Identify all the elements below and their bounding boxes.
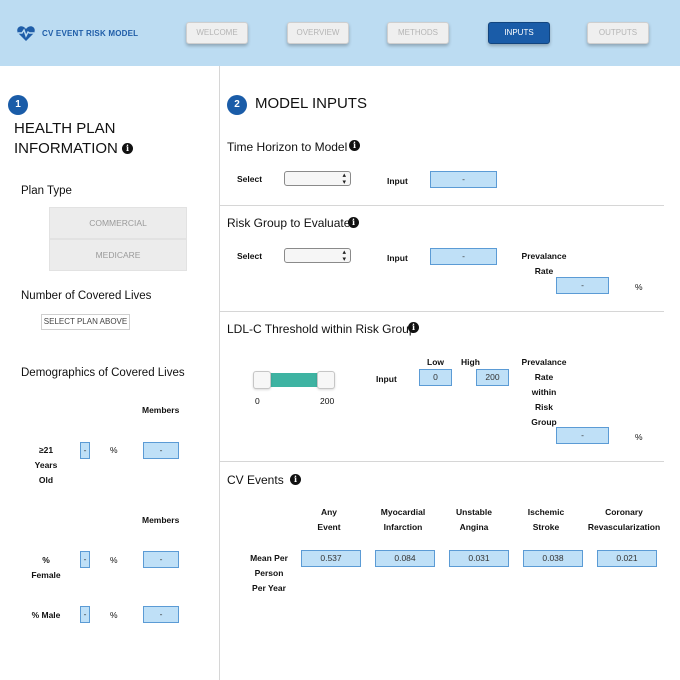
low-label: Low <box>427 357 444 367</box>
col-header-revasc-2: Revascularization <box>587 522 661 532</box>
high-label: High <box>461 357 480 367</box>
risk-group-select[interactable]: ▴ ▾ <box>284 248 351 263</box>
age-members-input[interactable]: - <box>143 442 179 459</box>
nav-methods-button[interactable]: METHODS <box>387 22 449 44</box>
ldl-prevalence-label-5: Group <box>531 417 557 427</box>
ldl-prevalence-label-1: Prevalance <box>521 357 567 367</box>
health-plan-title-line1: HEALTH PLAN <box>14 120 116 137</box>
info-icon[interactable]: i <box>290 474 301 485</box>
demographics-label: Demographics of Covered Lives <box>21 367 185 379</box>
col-header-revasc-1: Coronary <box>605 507 643 517</box>
nav-outputs-button[interactable]: OUTPUTS <box>587 22 649 44</box>
ldl-high-handle[interactable] <box>317 371 335 389</box>
updown-icon: ▴ ▾ <box>342 172 346 186</box>
info-icon[interactable]: i <box>348 217 359 228</box>
percent-symbol: % <box>110 610 118 620</box>
section-divider <box>220 461 664 462</box>
brand: CV EVENT RISK MODEL <box>16 23 138 43</box>
section-divider <box>220 205 664 206</box>
unstable-angina-input[interactable]: 0.031 <box>449 550 509 567</box>
covered-lives-label: Number of Covered Lives <box>21 290 152 302</box>
input-label: Input <box>376 374 397 384</box>
health-plan-title-line2: INFORMATION <box>14 140 118 157</box>
ldl-prevalence-label-2: Rate <box>534 372 554 382</box>
cv-events-title: CV Events <box>227 473 284 487</box>
members-header-2: Members <box>142 515 180 525</box>
ldl-prevalence-input[interactable]: - <box>556 427 609 444</box>
app-header: CV EVENT RISK MODEL WELCOME OVERVIEW MET… <box>0 0 680 66</box>
ldl-high-input[interactable]: 200 <box>476 369 509 386</box>
female-label-2: Female <box>31 570 61 580</box>
input-label: Input <box>387 176 408 186</box>
info-icon[interactable]: i <box>122 143 133 154</box>
nav-overview-button[interactable]: OVERVIEW <box>287 22 349 44</box>
prevalence-label-2: Rate <box>534 266 554 276</box>
select-label: Select <box>237 174 263 184</box>
row-label-3: Per Year <box>252 583 286 593</box>
col-header-any-1: Any <box>320 507 338 517</box>
percent-symbol: % <box>635 282 643 292</box>
model-inputs-title: MODEL INPUTS <box>255 95 367 112</box>
covered-lives-field[interactable]: SELECT PLAN ABOVE <box>41 314 130 330</box>
female-percent-input[interactable]: - <box>80 551 90 568</box>
col-header-ua-1: Unstable <box>456 507 492 517</box>
ldl-threshold-title: LDL-C Threshold within Risk Group <box>227 322 416 336</box>
ldl-prevalence-label-3: within <box>531 387 557 397</box>
col-header-any-2: Event <box>317 522 341 532</box>
col-header-mi-2: Infarction <box>383 522 423 532</box>
step-2-badge: 2 <box>227 95 247 115</box>
select-label: Select <box>237 251 263 261</box>
age-label-1: ≥21 <box>38 445 54 455</box>
ischemic-stroke-input[interactable]: 0.038 <box>523 550 583 567</box>
female-members-input[interactable]: - <box>143 551 179 568</box>
percent-symbol: % <box>110 445 118 455</box>
plan-type-label: Plan Type <box>21 185 72 197</box>
medicare-plan-button[interactable]: MEDICARE <box>49 239 187 271</box>
col-header-ua-2: Angina <box>459 522 489 532</box>
info-icon[interactable]: i <box>408 322 419 333</box>
step-1-badge: 1 <box>8 95 28 115</box>
section-divider <box>220 311 664 312</box>
updown-icon: ▴ ▾ <box>342 249 346 263</box>
risk-group-title: Risk Group to Evaluate <box>227 216 351 230</box>
input-label: Input <box>387 253 408 263</box>
col-header-mi-1: Myocardial <box>380 507 426 517</box>
male-percent-input[interactable]: - <box>80 606 90 623</box>
percent-symbol: % <box>110 555 118 565</box>
ldl-range-fill <box>262 373 325 387</box>
nav-welcome-button[interactable]: WELCOME <box>186 22 248 44</box>
row-label-1: Mean Per <box>250 553 288 563</box>
row-label-2: Person <box>254 568 284 578</box>
nav-inputs-button[interactable]: INPUTS <box>488 22 550 44</box>
info-icon[interactable]: i <box>349 140 360 151</box>
risk-group-prevalence-input[interactable]: - <box>556 277 609 294</box>
col-header-stroke-2: Stroke <box>532 522 560 532</box>
app-title: CV EVENT RISK MODEL <box>42 28 139 38</box>
age-label-3: Old <box>38 475 54 485</box>
slider-max-label: 200 <box>320 396 335 406</box>
revascularization-input[interactable]: 0.021 <box>597 550 657 567</box>
ldl-low-handle[interactable] <box>253 371 271 389</box>
percent-symbol: % <box>635 432 643 442</box>
ldl-low-input[interactable]: 0 <box>419 369 452 386</box>
prevalence-label-1: Prevalance <box>521 251 567 261</box>
male-label: % Male <box>31 610 61 620</box>
risk-group-input[interactable]: - <box>430 248 497 265</box>
column-divider <box>219 66 220 680</box>
members-header: Members <box>142 405 180 415</box>
mi-input[interactable]: 0.084 <box>375 550 435 567</box>
male-members-input[interactable]: - <box>143 606 179 623</box>
time-horizon-select[interactable]: ▴ ▾ <box>284 171 351 186</box>
time-horizon-title: Time Horizon to Model <box>227 140 348 154</box>
any-event-input[interactable]: 0.537 <box>301 550 361 567</box>
slider-min-label: 0 <box>255 396 260 406</box>
ldl-prevalence-label-4: Risk <box>535 402 553 412</box>
heart-pulse-icon <box>17 26 35 41</box>
commercial-plan-button[interactable]: COMMERCIAL <box>49 207 187 239</box>
time-horizon-input[interactable]: - <box>430 171 497 188</box>
col-header-stroke-1: Ischemic <box>527 507 565 517</box>
age-percent-input[interactable]: - <box>80 442 90 459</box>
female-label-1: % <box>42 555 50 565</box>
age-label-2: Years <box>34 460 58 470</box>
